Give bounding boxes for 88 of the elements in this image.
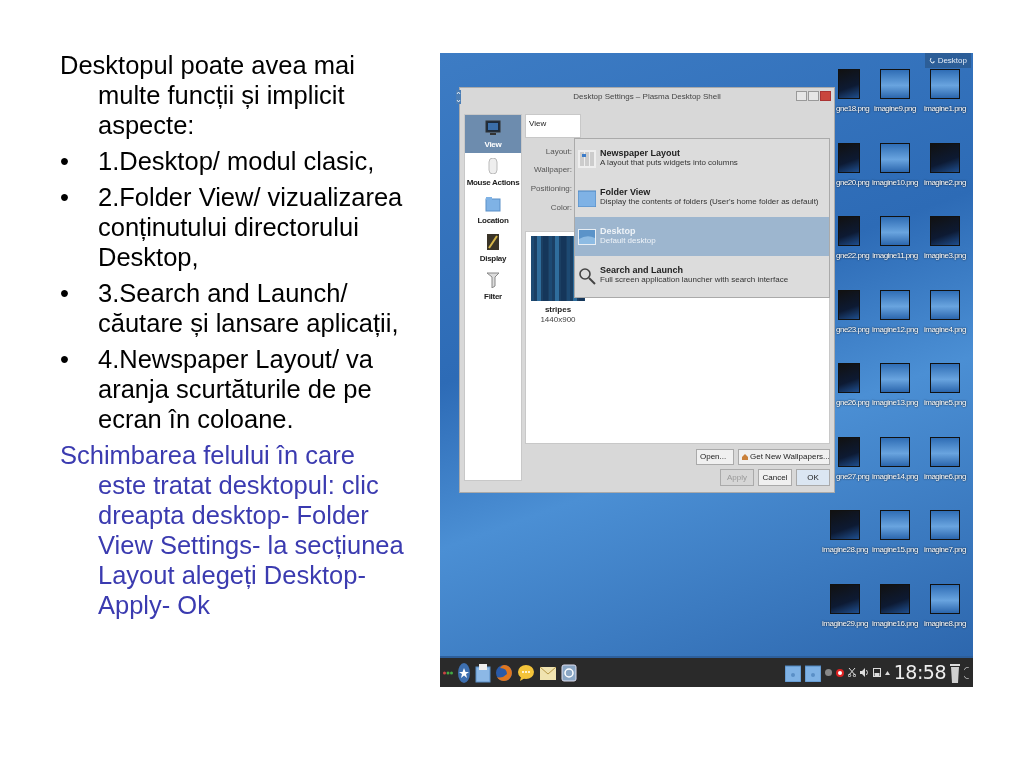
get-wallpapers-button[interactable]: Get New Wallpapers... [738, 449, 830, 465]
file-thumbnail[interactable] [880, 363, 910, 393]
layout-option[interactable]: Search and Launch Full screen application launcher with search interface [575, 256, 829, 295]
desktop-label[interactable]: Desktop [924, 53, 971, 68]
file-thumbnail[interactable] [880, 583, 910, 614]
open-button[interactable]: Open... [696, 449, 734, 465]
bullet-mark: • [60, 344, 70, 375]
funnel-icon [485, 272, 501, 288]
sidebar-item[interactable]: Display [465, 229, 521, 267]
display-icon [485, 234, 501, 250]
file-thumbnail[interactable] [880, 69, 910, 99]
file-thumbnail[interactable] [930, 216, 960, 246]
record-icon[interactable] [835, 668, 844, 677]
browser-icon[interactable] [495, 663, 513, 682]
circle-icon[interactable] [824, 669, 832, 676]
form-label: Positioning: [530, 183, 572, 195]
file-thumbnail[interactable] [838, 216, 860, 246]
house-icon [742, 454, 748, 460]
file-thumbnail[interactable] [880, 216, 910, 246]
panel-toolbox-icon[interactable] [456, 90, 461, 104]
bullet-text: 2.Folder View/ vizualizarea conținutului directorului Desktop, [98, 182, 404, 272]
bullet-text: 1.Desktop/ modul clasic, [98, 146, 375, 176]
note-text: Schimbarea felului în care este tratat desktopul: clic dreapta desktop- Folder View Settings- la secțiunea Layout alegeți Desktop- Apply- Ok [60, 440, 405, 620]
folder-icon [485, 196, 501, 212]
file-thumbnail[interactable] [880, 142, 910, 173]
file-thumbnail[interactable] [930, 583, 960, 614]
file-label: gne22.png [836, 250, 870, 262]
bullet-text: 3.Search and Launch/ căutare și lansare aplicații, [98, 278, 400, 338]
file-thumbnail[interactable] [930, 436, 960, 467]
file-thumbnail[interactable] [830, 583, 860, 614]
sidebar-item[interactable]: Filter [465, 267, 521, 305]
dialog-button[interactable]: OK [796, 469, 830, 486]
sidebar-item[interactable]: Mouse Actions [465, 153, 521, 191]
mouse-icon [485, 158, 501, 174]
magnifier-icon [578, 266, 596, 285]
window-title: Desktop Settings – Plasma Desktop Shell [573, 91, 721, 103]
file-label: gne18.png [836, 103, 870, 115]
file-thumbnail[interactable] [930, 69, 960, 99]
view-field[interactable]: View [525, 114, 581, 138]
file-manager-icon[interactable] [475, 662, 491, 683]
scissors-icon[interactable] [847, 668, 856, 677]
folder-icon [578, 188, 596, 207]
file-label: gne26.png [836, 397, 870, 409]
system-settings-icon[interactable] [561, 663, 577, 682]
file-thumbnail[interactable] [838, 289, 860, 320]
expand-arrow-icon[interactable] [884, 670, 890, 675]
layout-option[interactable]: Newspaper Layout A layout that puts widgets into columns [575, 139, 829, 178]
trash-icon[interactable] [950, 662, 960, 683]
form-label: Layout: [545, 146, 572, 158]
folder-icon[interactable] [804, 663, 821, 682]
folder-icon[interactable] [784, 663, 801, 682]
monitor-icon [485, 120, 501, 136]
form-label: Color: [550, 202, 572, 214]
star-launcher-icon[interactable] [457, 662, 471, 683]
envelope-icon[interactable] [539, 664, 557, 681]
form-label: Wallpaper: [534, 164, 572, 176]
bullet-mark: • [60, 278, 70, 309]
file-thumbnail[interactable] [880, 436, 910, 467]
file-thumbnail[interactable] [880, 289, 910, 320]
file-thumbnail[interactable] [930, 289, 960, 320]
speaker-icon[interactable] [859, 668, 869, 677]
battery-icon[interactable] [872, 668, 881, 677]
columns-icon [578, 149, 596, 168]
dialog-button[interactable]: Cancel [758, 469, 792, 486]
intro-text: Desktopul poate avea mai multe funcții și implicit aspecte: [60, 50, 356, 140]
bullet-mark: • [60, 182, 70, 213]
file-thumbnail[interactable] [930, 510, 960, 540]
file-label: gne23.png [836, 323, 870, 336]
wallpaper-name: stripes [543, 304, 573, 316]
bullet-mark: • [60, 146, 70, 176]
file-thumbnail[interactable] [838, 436, 860, 467]
chat-bubble-icon[interactable] [517, 663, 535, 682]
file-thumbnail[interactable] [930, 363, 960, 393]
file-label: gne20.png [836, 176, 870, 189]
clock[interactable]: 18:58 [893, 663, 946, 682]
dots-icon[interactable] [443, 670, 453, 675]
sidebar-item[interactable]: Location [465, 191, 521, 229]
wallpaper-size: 1440x900 [539, 314, 577, 326]
desktop-icon [578, 227, 596, 246]
file-thumbnail[interactable] [880, 510, 910, 540]
file-thumbnail[interactable] [838, 69, 860, 99]
file-thumbnail[interactable] [838, 142, 860, 173]
file-thumbnail[interactable] [838, 363, 860, 393]
layout-option[interactable]: Folder View Display the contents of folders (User's home folder as default) [575, 178, 829, 217]
file-label: gne27.png [836, 470, 870, 483]
bullet-text: 4.Newspaper Layout/ va aranja scurtăturile de pe ecran în coloane. [98, 344, 374, 434]
file-thumbnail[interactable] [830, 510, 860, 540]
file-thumbnail[interactable] [930, 142, 960, 173]
